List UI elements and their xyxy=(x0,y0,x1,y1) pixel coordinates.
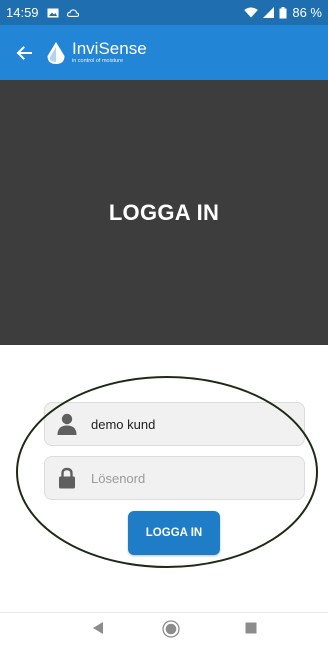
nav-back-triangle-icon[interactable] xyxy=(92,621,104,635)
wifi-icon xyxy=(244,7,259,18)
hero-banner: LOGGA IN xyxy=(0,80,328,345)
hero-title: LOGGA IN xyxy=(108,199,220,225)
battery-percent: 86 % xyxy=(292,5,322,20)
nav-recents-square-icon[interactable] xyxy=(245,622,257,634)
user-icon xyxy=(57,413,77,435)
lock-icon xyxy=(57,467,77,489)
app-bar: InviSense in control of moisture xyxy=(0,25,328,80)
nav-home-circle-icon[interactable] xyxy=(162,620,180,638)
status-time: 14:59 xyxy=(6,5,39,20)
cell-signal-icon xyxy=(263,7,275,18)
brand-tagline: in control of moisture xyxy=(72,58,124,65)
username-input[interactable] xyxy=(91,416,291,432)
arrow-left-icon xyxy=(16,45,32,60)
water-drop-logo-icon xyxy=(47,41,65,64)
brand-text: InviSense in control of moisture xyxy=(72,40,147,65)
status-left: 14:59 xyxy=(6,5,79,20)
battery-icon xyxy=(279,6,287,18)
login-button[interactable]: LOGGA IN xyxy=(128,511,220,555)
username-field[interactable] xyxy=(44,402,305,446)
cloud-notification-icon xyxy=(66,8,79,17)
password-field[interactable] xyxy=(44,456,305,500)
image-notification-icon xyxy=(47,8,59,17)
system-nav-bar xyxy=(0,613,328,645)
status-right: 86 % xyxy=(244,5,322,20)
brand-logo: InviSense in control of moisture xyxy=(46,40,147,65)
status-bar: 14:59 86 % xyxy=(0,0,328,25)
back-button[interactable] xyxy=(12,41,36,65)
brand-name: InviSense xyxy=(72,39,147,59)
password-input[interactable] xyxy=(91,470,291,486)
